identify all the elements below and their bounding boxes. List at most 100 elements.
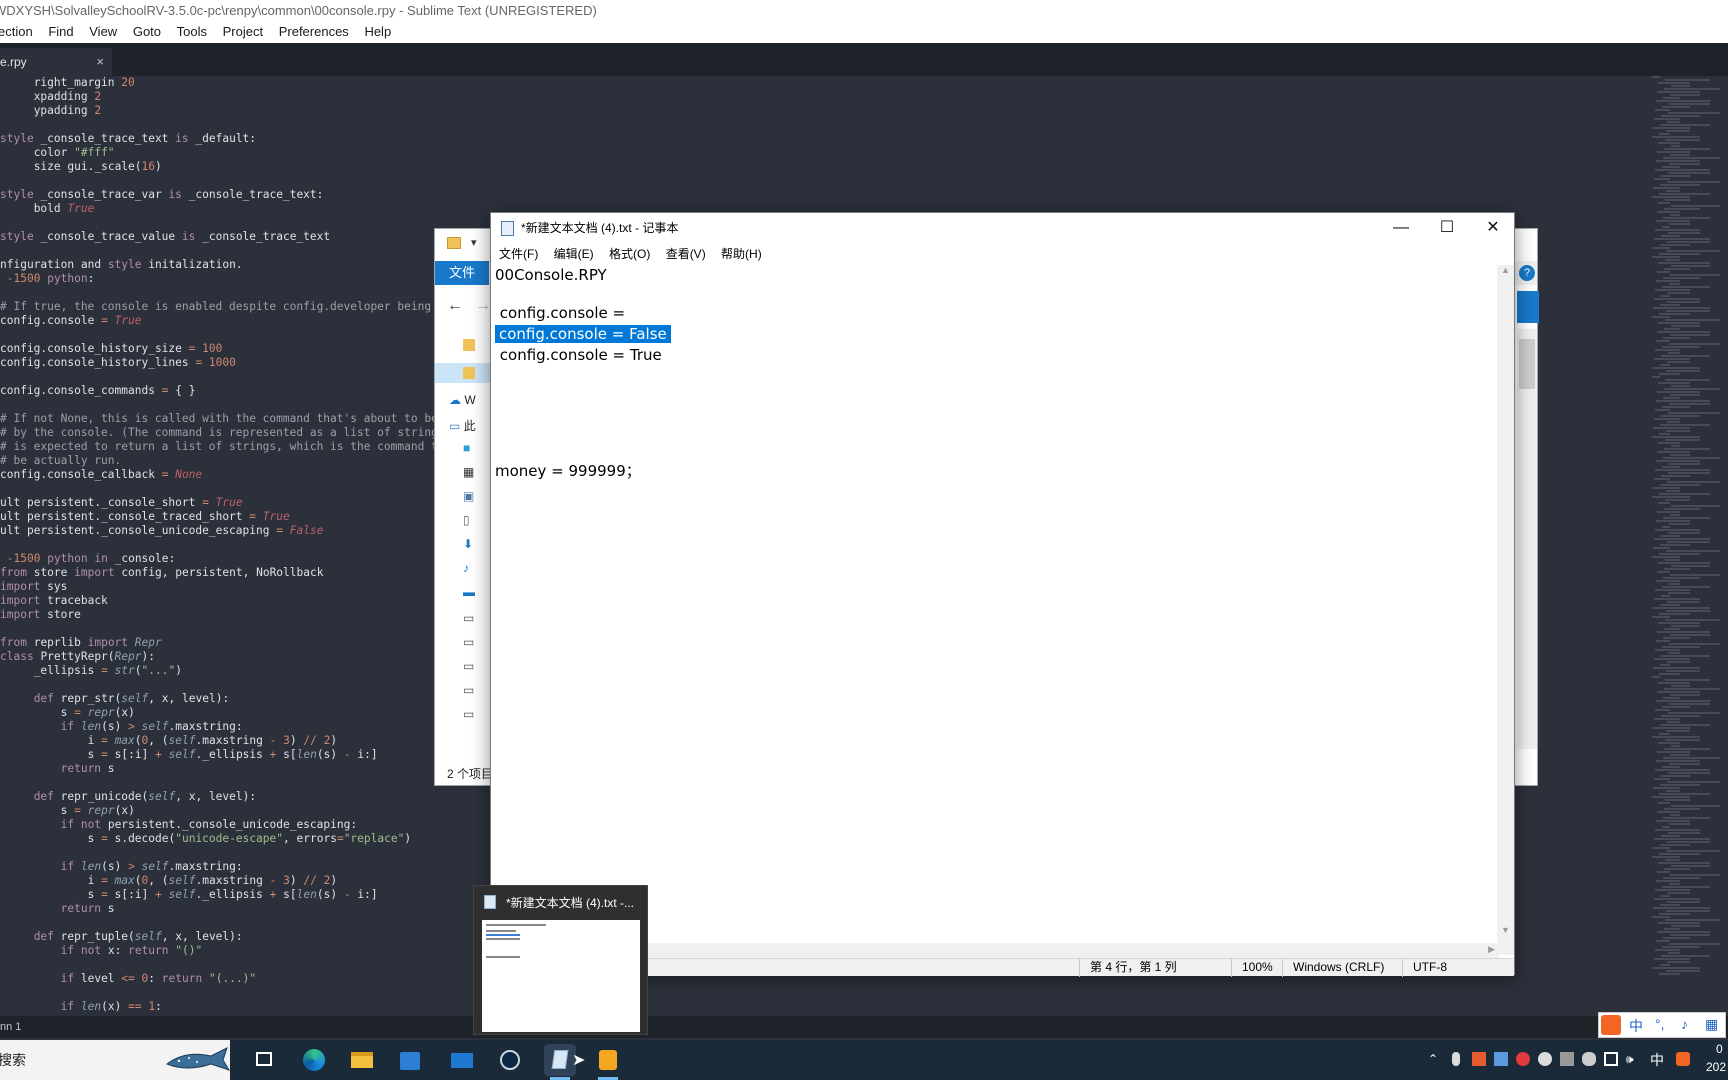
menu-help[interactable]: Help	[364, 22, 391, 42]
minimap-line	[1660, 424, 1710, 426]
grid-menu-icon[interactable]: ▦	[1705, 1016, 1718, 1033]
ime-indicator[interactable]: 中	[1650, 1050, 1664, 1070]
minimap[interactable]	[1652, 76, 1728, 1016]
forward-arrow-icon[interactable]: →	[475, 297, 491, 315]
minimap-line	[1654, 718, 1680, 720]
minimap-line	[1653, 787, 1680, 789]
ime-toolbar[interactable]: 中 °, ♪ ▦	[1598, 1012, 1726, 1038]
minimize-button[interactable]: —	[1378, 213, 1424, 243]
minimap-line	[1661, 835, 1680, 837]
minimap-line	[1654, 958, 1690, 960]
menu-goto[interactable]: Goto	[133, 22, 161, 42]
code-line[interactable]: right_margin 20	[0, 76, 1650, 90]
help-icon[interactable]: ?	[1519, 265, 1535, 281]
menu-find[interactable]: Find	[48, 22, 73, 42]
nav-item-folder[interactable]	[449, 339, 489, 359]
explorer-scrollbar[interactable]	[1517, 329, 1537, 749]
minimap-line	[1658, 922, 1700, 924]
nav-item-onedrive[interactable]: ☁ W	[449, 393, 489, 413]
scroll-up-arrow-icon[interactable]: ▲	[1501, 265, 1510, 275]
file-explorer-icon[interactable]	[346, 1044, 378, 1076]
code-line[interactable]	[0, 174, 1650, 188]
code-line[interactable]: style _console_trace_var is _console_tra…	[0, 188, 1650, 202]
minimap-line	[1662, 166, 1680, 168]
microphone-tray-icon[interactable]	[1452, 1052, 1460, 1066]
store-icon[interactable]	[394, 1044, 426, 1076]
minimap-line	[1660, 184, 1700, 186]
notepad-window[interactable]: *新建文本文档 (4).txt - 记事本 — ☐ ✕ 文件(F) 编辑(E) …	[490, 212, 1516, 977]
menu-view[interactable]: 查看(V)	[666, 243, 706, 265]
clock-date[interactable]: 202	[1706, 1060, 1726, 1074]
minimap-line	[1664, 388, 1720, 390]
tab-close-icon[interactable]: ×	[96, 48, 104, 76]
menu-help[interactable]: 帮助(H)	[721, 243, 762, 265]
menu-tools[interactable]: Tools	[177, 22, 207, 42]
minimap-line	[1654, 778, 1670, 780]
minimap-line	[1653, 487, 1680, 489]
steam-icon[interactable]	[494, 1044, 526, 1076]
tab-00console[interactable]: e.rpy ×	[0, 48, 112, 76]
netease-music-icon[interactable]	[1516, 1052, 1530, 1066]
quick-access-dropdown-icon[interactable]: ▾	[471, 236, 477, 249]
minimap-line	[1656, 820, 1690, 822]
sogou-icon[interactable]	[1601, 1015, 1621, 1035]
scroll-down-arrow-icon[interactable]: ▼	[1501, 925, 1510, 935]
chevron-up-icon[interactable]: ⌃	[1428, 1052, 1442, 1066]
task-view-icon[interactable]	[248, 1044, 280, 1076]
minimap-line	[1657, 811, 1680, 813]
minimap-line	[1661, 175, 1690, 177]
code-line[interactable]	[0, 118, 1650, 132]
ime-mode[interactable]: 中	[1629, 1016, 1643, 1036]
menu-view[interactable]: View	[89, 22, 117, 42]
notepad-vertical-scrollbar[interactable]: ▲ ▼	[1497, 265, 1514, 955]
nav-item-folder-selected[interactable]	[435, 363, 491, 383]
taskbar-thumbnail-preview[interactable]: *新建文本文档 (4).txt -...	[473, 885, 648, 1035]
menu-edit[interactable]: 编辑(E)	[554, 243, 594, 265]
scrollbar-thumb[interactable]	[1519, 339, 1535, 389]
minimap-line	[1655, 289, 1690, 291]
minimap-line	[1669, 763, 1700, 765]
shield-icon[interactable]	[1472, 1052, 1486, 1066]
code-line[interactable]: xpadding 2	[0, 90, 1650, 104]
menu-project[interactable]: Project	[223, 22, 263, 42]
qq-penguin-icon[interactable]	[1538, 1052, 1552, 1066]
minimap-line	[1659, 493, 1710, 495]
punctuation-icon[interactable]: °,	[1655, 1016, 1665, 1032]
minimap-line	[1658, 502, 1670, 504]
code-line[interactable]	[0, 986, 1650, 1000]
minimap-line	[1652, 256, 1680, 258]
menu-selection[interactable]: ection	[0, 22, 33, 42]
ribbon-file-tab[interactable]: 文件	[435, 261, 489, 285]
microphone-icon[interactable]: ♪	[1681, 1016, 1688, 1032]
menu-file[interactable]: 文件(F)	[499, 243, 538, 265]
cloud-tray-icon[interactable]	[1582, 1052, 1596, 1066]
close-button[interactable]: ✕	[1470, 213, 1516, 243]
sogou-tray-icon[interactable]	[1676, 1052, 1690, 1066]
clock-time[interactable]: 0	[1716, 1042, 1723, 1056]
computer-icon: ▭	[449, 419, 461, 433]
code-line[interactable]: if len(x) == 1:	[0, 1000, 1650, 1014]
maximize-button[interactable]: ☐	[1424, 213, 1470, 243]
minimap-line	[1657, 331, 1710, 333]
minimap-line	[1656, 880, 1680, 882]
menu-format[interactable]: 格式(O)	[609, 243, 650, 265]
mail-icon[interactable]	[446, 1044, 478, 1076]
menu-preferences[interactable]: Preferences	[279, 22, 349, 42]
nav-item-this-pc[interactable]: ▭ 此	[449, 417, 489, 437]
volume-icon[interactable]: 🕪	[1626, 1052, 1640, 1066]
code-line[interactable]: ypadding 2	[0, 104, 1650, 118]
edge-browser-icon[interactable]	[298, 1044, 330, 1076]
code-line[interactable]: size gui._scale(16)	[0, 160, 1650, 174]
minimap-line	[1667, 541, 1710, 543]
minimap-line	[1661, 775, 1690, 777]
app-tray-icon[interactable]	[1494, 1052, 1508, 1066]
back-arrow-icon[interactable]: ←	[447, 297, 463, 315]
sublime-text-icon[interactable]	[592, 1044, 624, 1080]
code-line[interactable]: color "#fff"	[0, 146, 1650, 160]
minimap-line	[1662, 886, 1710, 888]
bluetooth-icon[interactable]	[1560, 1052, 1574, 1066]
notepad-text-area[interactable]: 00Console.RPY config.console = config.co…	[493, 265, 1501, 943]
scroll-right-arrow-icon[interactable]: ▶	[1488, 944, 1495, 955]
network-icon[interactable]	[1604, 1052, 1618, 1066]
code-line[interactable]: style _console_trace_text is _default:	[0, 132, 1650, 146]
